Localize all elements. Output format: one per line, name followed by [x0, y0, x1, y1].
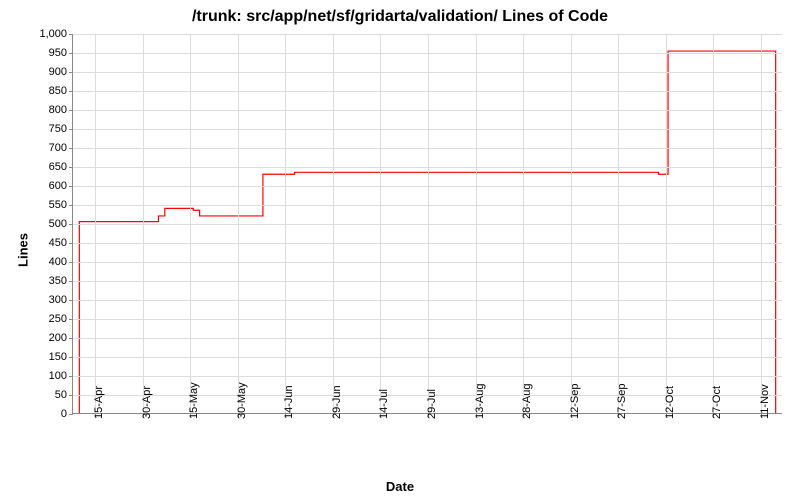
y-tick-label: 750	[49, 123, 73, 135]
y-tick-label: 850	[49, 85, 73, 97]
x-tick-label: 27-Sep	[616, 384, 628, 419]
x-tick-label: 29-Jul	[426, 389, 438, 419]
grid-line-v	[523, 34, 524, 413]
grid-line-v	[143, 34, 144, 413]
grid-line-v	[761, 34, 762, 413]
x-tick-label: 15-Apr	[93, 386, 105, 419]
grid-line-v	[618, 34, 619, 413]
grid-line-v	[333, 34, 334, 413]
x-tick-label: 14-Jul	[378, 389, 390, 419]
y-tick-label: 700	[49, 142, 73, 154]
x-tick-label: 15-May	[188, 382, 200, 419]
y-tick-label: 150	[49, 351, 73, 363]
y-tick-label: 400	[49, 256, 73, 268]
plot-area: 0501001502002503003504004505005506006507…	[72, 34, 782, 414]
y-tick-label: 250	[49, 313, 73, 325]
y-tick-label: 300	[49, 294, 73, 306]
x-tick-label: 27-Oct	[711, 386, 723, 419]
x-tick-label: 28-Aug	[521, 384, 533, 419]
y-tick-label: 1,000	[39, 28, 73, 40]
y-tick-label: 950	[49, 47, 73, 59]
chart-container: /trunk: src/app/net/sf/gridarta/validati…	[0, 0, 800, 500]
x-axis-label: Date	[0, 479, 800, 494]
x-tick-label: 14-Jun	[283, 385, 295, 419]
y-tick-label: 550	[49, 199, 73, 211]
grid-line-v	[285, 34, 286, 413]
x-tick-label: 29-Jun	[331, 385, 343, 419]
y-tick-label: 350	[49, 275, 73, 287]
y-tick-label: 650	[49, 161, 73, 173]
x-tick-label: 12-Oct	[664, 386, 676, 419]
y-tick-label: 500	[49, 218, 73, 230]
chart-title: /trunk: src/app/net/sf/gridarta/validati…	[0, 8, 800, 26]
x-tick-label: 11-Nov	[759, 384, 771, 419]
grid-line-v	[713, 34, 714, 413]
y-tick-label: 900	[49, 66, 73, 78]
y-tick-label: 50	[55, 389, 73, 401]
x-tick-label: 12-Sep	[569, 384, 581, 419]
grid-line-v	[95, 34, 96, 413]
y-tick-label: 600	[49, 180, 73, 192]
y-tick-label: 200	[49, 332, 73, 344]
x-tick-label: 30-Apr	[141, 386, 153, 419]
grid-line-v	[238, 34, 239, 413]
grid-line-v	[666, 34, 667, 413]
grid-line-v	[428, 34, 429, 413]
x-tick-label: 13-Aug	[474, 384, 486, 419]
grid-line-v	[571, 34, 572, 413]
y-tick-label: 100	[49, 370, 73, 382]
grid-line-v	[380, 34, 381, 413]
y-tick-label: 800	[49, 104, 73, 116]
grid-line-v	[190, 34, 191, 413]
y-tick-label: 0	[61, 408, 73, 420]
y-axis-label: Lines	[15, 233, 30, 267]
x-tick-label: 30-May	[236, 382, 248, 419]
grid-line-v	[476, 34, 477, 413]
y-tick-label: 450	[49, 237, 73, 249]
